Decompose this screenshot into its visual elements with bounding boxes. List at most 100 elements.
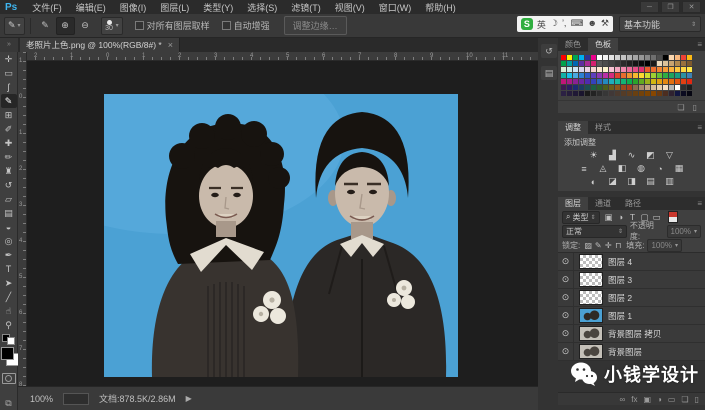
color-swatch[interactable]: [561, 85, 566, 90]
eyedropper-tool[interactable]: ✐: [1, 122, 17, 136]
new-adjustment-layer-icon[interactable]: ◑: [657, 395, 662, 404]
color-swatch[interactable]: [609, 85, 614, 90]
color-swatch[interactable]: [681, 79, 686, 84]
color-swatch[interactable]: [567, 85, 572, 90]
ime-user-icon[interactable]: ☻: [587, 18, 596, 31]
color-swatch[interactable]: [639, 73, 644, 78]
color-swatch[interactable]: [663, 73, 668, 78]
color-swatch[interactable]: [609, 61, 614, 66]
color-swatch[interactable]: [573, 79, 578, 84]
color-swatch[interactable]: [645, 67, 650, 72]
color-swatch[interactable]: [645, 73, 650, 78]
gradient-map-icon[interactable]: ▤: [644, 176, 657, 187]
adjustments-menu-icon[interactable]: ≡: [697, 123, 702, 132]
color-swatch[interactable]: [621, 55, 626, 60]
color-swatch[interactable]: [681, 67, 686, 72]
color-swatch[interactable]: [585, 55, 590, 60]
layers-tab-路径[interactable]: 路径: [618, 197, 648, 210]
menu-item-滤镜(T)[interactable]: 滤镜(T): [284, 1, 328, 14]
filter-adjustment-layers-icon[interactable]: ◑: [615, 212, 627, 223]
color-swatch[interactable]: [633, 73, 638, 78]
ime-keyboard-icon[interactable]: ⌨: [570, 18, 583, 31]
menu-item-视图(V)[interactable]: 视图(V): [328, 1, 372, 14]
threshold-icon[interactable]: ◨: [625, 176, 638, 187]
color-swatch[interactable]: [567, 79, 572, 84]
color-swatch[interactable]: [561, 79, 566, 84]
color-swatch[interactable]: [687, 73, 692, 78]
pen-tool[interactable]: ✒: [1, 248, 17, 262]
color-swatch[interactable]: [633, 91, 638, 96]
color-chips[interactable]: [1, 347, 17, 367]
color-swatch[interactable]: [675, 91, 680, 96]
ime-punctuation-icon[interactable]: ’,: [562, 18, 567, 31]
color-swatch[interactable]: [615, 67, 620, 72]
color-swatch[interactable]: [591, 79, 596, 84]
color-swatch[interactable]: [621, 91, 626, 96]
type-tool[interactable]: T: [1, 262, 17, 276]
path-selection-tool[interactable]: ➤: [1, 276, 17, 290]
color-swatch[interactable]: [627, 67, 632, 72]
layer-thumbnail[interactable]: [579, 272, 603, 287]
color-swatch[interactable]: [651, 55, 656, 60]
color-swatch[interactable]: [615, 79, 620, 84]
color-swatch[interactable]: [675, 67, 680, 72]
color-swatch[interactable]: [633, 67, 638, 72]
menu-item-帮助(H)[interactable]: 帮助(H): [418, 1, 463, 14]
sample-all-layers-checkbox[interactable]: [135, 21, 144, 30]
color-swatch[interactable]: [579, 61, 584, 66]
color-swatch[interactable]: [597, 55, 602, 60]
layer-thumbnail[interactable]: [579, 308, 603, 323]
color-swatch[interactable]: [645, 91, 650, 96]
color-swatch[interactable]: [639, 61, 644, 66]
color-swatch[interactable]: [627, 61, 632, 66]
blend-mode-select[interactable]: 正常 ⇕: [562, 225, 627, 238]
brightness-contrast-icon[interactable]: ☀: [587, 150, 600, 161]
color-swatch[interactable]: [639, 85, 644, 90]
color-swatch[interactable]: [663, 61, 668, 66]
color-swatch[interactable]: [573, 55, 578, 60]
opacity-select[interactable]: 100% ▾: [667, 225, 701, 238]
color-swatch[interactable]: [561, 67, 566, 72]
color-swatch[interactable]: [579, 67, 584, 72]
color-swatch[interactable]: [687, 85, 692, 90]
photo-filter-icon[interactable]: ◍: [635, 163, 648, 174]
foreground-color-chip[interactable]: [1, 347, 14, 360]
color-swatch[interactable]: [579, 91, 584, 96]
color-swatch[interactable]: [627, 85, 632, 90]
lock-all-icon[interactable]: ⊓: [613, 241, 623, 250]
color-swatch[interactable]: [669, 79, 674, 84]
ime-moon-icon[interactable]: ☽: [550, 18, 558, 31]
new-layer-icon[interactable]: ❏: [681, 395, 688, 404]
color-swatch[interactable]: [627, 55, 632, 60]
maximize-button[interactable]: ❐: [661, 1, 680, 13]
close-tab-icon[interactable]: ×: [168, 40, 173, 50]
color-swatch[interactable]: [681, 85, 686, 90]
quick-selection-tool[interactable]: ✎: [1, 94, 17, 108]
color-swatch[interactable]: [591, 85, 596, 90]
color-swatch[interactable]: [663, 91, 668, 96]
color-swatch[interactable]: [675, 85, 680, 90]
color-swatch[interactable]: [591, 55, 596, 60]
document-tab[interactable]: 老照片上色.png @ 100%(RGB/8#) * ×: [20, 38, 180, 52]
brush-tool[interactable]: ✏: [1, 150, 17, 164]
invert-icon[interactable]: ◐: [587, 176, 600, 187]
layer-visibility-eye-icon[interactable]: ⊙: [558, 307, 574, 324]
color-swatch[interactable]: [639, 91, 644, 96]
layer-row[interactable]: ⊙图层 1: [558, 307, 705, 325]
color-swatch[interactable]: [567, 55, 572, 60]
blur-tool[interactable]: ◒: [1, 220, 17, 234]
menu-item-编辑(E)[interactable]: 编辑(E): [69, 1, 113, 14]
eraser-tool[interactable]: ▱: [1, 192, 17, 206]
layer-filter-type[interactable]: ⌕ 类型 ⇕: [562, 211, 600, 224]
color-swatch[interactable]: [675, 61, 680, 66]
selective-color-icon[interactable]: ▥: [663, 176, 676, 187]
color-swatch[interactable]: [639, 55, 644, 60]
color-swatch[interactable]: [603, 85, 608, 90]
posterize-icon[interactable]: ◪: [606, 176, 619, 187]
layer-visibility-eye-icon[interactable]: ⊙: [558, 253, 574, 270]
color-swatch[interactable]: [663, 67, 668, 72]
fill-select[interactable]: 100% ▾: [647, 239, 681, 252]
color-swatch[interactable]: [585, 73, 590, 78]
color-swatch[interactable]: [615, 91, 620, 96]
delete-swatch-icon[interactable]: ▯: [693, 103, 697, 112]
